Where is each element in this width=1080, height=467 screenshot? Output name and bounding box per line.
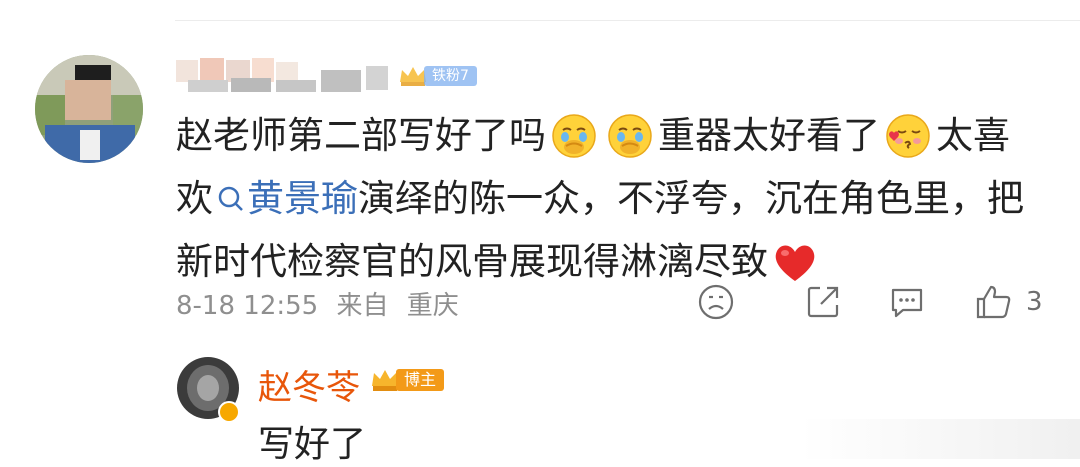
comment-meta: 8-18 12:55 来自 重庆 [176,285,469,322]
sad-face-icon[interactable] [696,282,736,322]
search-icon [218,186,243,211]
kiss-emoji-icon [886,113,930,158]
comment-text-segment: 新时代检察官的风骨展现得淋漓尽致 [176,240,768,283]
fan-badge: 铁粉7 [398,64,477,88]
avatar[interactable] [35,55,143,163]
crying-emoji-icon [608,113,652,158]
comment-time: 8-18 12:55 [176,291,319,321]
like-count: 3 [1026,287,1043,317]
comment-text: 赵老师第二部写好了吗 重器太好看了 太喜 欢 黄景瑜 演绎的陈一众，不浮夸，沉在… [176,104,1056,293]
comment-text-segment: 赵老师第二部写好了吗 [176,114,546,157]
like-thumb-icon[interactable] [974,282,1014,322]
reply-text: 写好了 [258,424,367,465]
verified-badge-icon [218,401,240,423]
comment-location: 重庆 [406,291,459,321]
comment-text-segment: 欢 [176,177,213,220]
comment-icon[interactable] [887,282,927,322]
fan-badge-label: 铁粉7 [424,66,477,86]
crying-emoji-icon [552,113,596,158]
comment-text-segment: 演绎的陈一众，不浮夸，沉在角色里，把 [358,177,1024,220]
blogger-badge: 博主 [370,366,445,394]
reply-author-name[interactable]: 赵冬苓 [258,360,360,409]
mention-link[interactable]: 黄景瑜 [247,167,358,230]
watermark-fade [800,419,1080,459]
comment-text-segment: 太喜 [936,114,1010,157]
blogger-badge-label: 博主 [396,369,445,391]
comment-text-segment: 重器太好看了 [658,114,880,157]
divider [175,20,1080,21]
comment-source-label: 来自 [336,291,389,321]
heart-emoji-icon [775,244,815,281]
username-redacted[interactable] [176,58,396,92]
share-icon[interactable] [803,282,843,322]
